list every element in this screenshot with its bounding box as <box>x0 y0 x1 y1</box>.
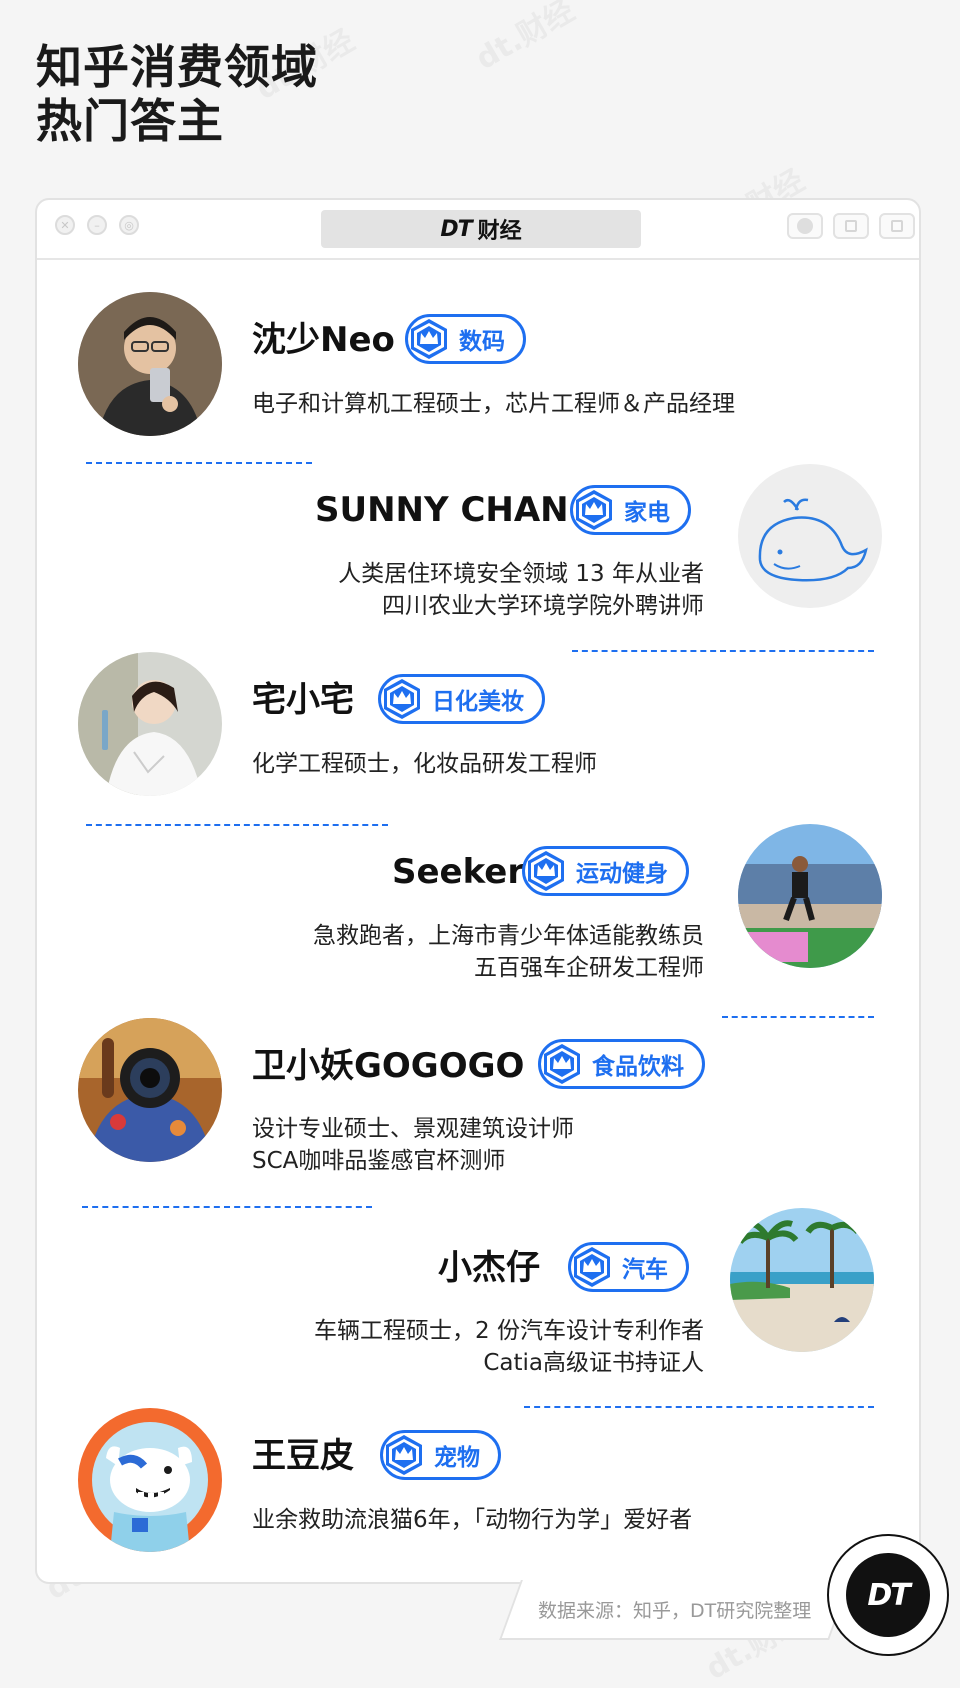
window-title-text: 财经 <box>477 219 522 244</box>
category-tag[interactable]: 宠物 <box>380 1430 501 1480</box>
person-description: 四川农业大学环境学院外聘讲师 <box>382 593 704 619</box>
category-tag[interactable]: 运动健身 <box>522 846 689 896</box>
source-text: 数据来源：知乎，DT研究院整理 <box>538 1600 812 1622</box>
dt-logo: DT <box>827 1534 949 1656</box>
avatar[interactable] <box>78 292 222 436</box>
watermark: dt.财经 <box>466 0 581 78</box>
separator <box>86 824 388 826</box>
category-tag-label: 宠物 <box>434 1445 480 1471</box>
crown-icon <box>574 1247 610 1287</box>
person-description: SCA咖啡品鉴感官杯测师 <box>252 1148 506 1174</box>
person-name: 王豆皮 <box>252 1436 354 1476</box>
maximize-icon[interactable]: ◎ <box>119 215 139 235</box>
category-tag[interactable]: 家电 <box>570 485 691 535</box>
category-tag-label: 家电 <box>624 500 670 526</box>
avatar[interactable] <box>78 652 222 796</box>
person-name: 沈少Neo <box>252 320 395 360</box>
crown-icon <box>386 1435 422 1475</box>
person-name: SUNNY CHAN <box>315 490 569 530</box>
person-description: 车辆工程硕士，2 份汽车设计专利作者 <box>314 1318 704 1344</box>
category-tag[interactable]: 数码 <box>405 314 526 364</box>
category-tag-label: 食品饮料 <box>592 1054 684 1080</box>
category-tag[interactable]: 日化美妆 <box>378 674 545 724</box>
category-tag[interactable]: 食品饮料 <box>538 1039 705 1089</box>
category-tag-label: 运动健身 <box>576 861 668 887</box>
person-description: Catia高级证书持证人 <box>483 1350 704 1376</box>
separator <box>524 1406 874 1408</box>
close-icon[interactable]: ✕ <box>55 215 75 235</box>
avatar[interactable] <box>78 1018 222 1162</box>
record-icon[interactable] <box>787 213 823 239</box>
crown-icon <box>544 1044 580 1084</box>
person-description: 业余救助流浪猫6年，「动物行为学」爱好者 <box>252 1507 693 1533</box>
window-titlebar: ✕ – ◎ DT 财经 <box>37 200 919 260</box>
copy-icon[interactable] <box>879 213 915 239</box>
person-name: 宅小宅 <box>252 680 354 720</box>
page-title-line-1: 知乎消费领域 <box>36 40 318 94</box>
crown-icon <box>528 851 564 891</box>
person-name: 小杰仔 <box>438 1248 540 1288</box>
avatar[interactable] <box>730 1208 874 1352</box>
separator <box>722 1016 874 1018</box>
crown-icon <box>411 319 447 359</box>
separator <box>572 650 874 652</box>
person-description: 电子和计算机工程硕士，芯片工程师＆产品经理 <box>252 391 735 417</box>
crown-icon <box>576 490 612 530</box>
page-title-line-2: 热门答主 <box>36 94 224 148</box>
share-icon[interactable] <box>833 213 869 239</box>
person-description: 人类居住环境安全领域 13 年从业者 <box>338 561 704 587</box>
separator <box>86 462 312 464</box>
person-description: 急救跑者，上海市青少年体适能教练员 <box>313 923 704 949</box>
crown-icon <box>384 679 420 719</box>
category-tag-label: 汽车 <box>622 1257 668 1283</box>
dt-logo-text: DT <box>440 216 472 242</box>
minimize-icon[interactable]: – <box>87 215 107 235</box>
person-description: 五百强车企研发工程师 <box>474 955 704 981</box>
category-tag-label: 日化美妆 <box>432 689 524 715</box>
category-tag[interactable]: 汽车 <box>568 1242 689 1292</box>
avatar[interactable] <box>78 1408 222 1552</box>
avatar[interactable] <box>738 824 882 968</box>
person-name: Seeker <box>392 852 525 892</box>
window-title: DT 财经 <box>321 210 641 248</box>
page-title: 知乎消费领域 热门答主 <box>36 40 318 148</box>
dt-logo-mark: DT <box>846 1553 930 1637</box>
avatar[interactable] <box>738 464 882 608</box>
person-description: 化学工程硕士，化妆品研发工程师 <box>252 751 597 777</box>
category-tag-label: 数码 <box>459 329 505 355</box>
person-description: 设计专业硕士、景观建筑设计师 <box>252 1116 574 1142</box>
person-name: 卫小妖GOGOGO <box>252 1046 525 1086</box>
separator <box>82 1206 372 1208</box>
